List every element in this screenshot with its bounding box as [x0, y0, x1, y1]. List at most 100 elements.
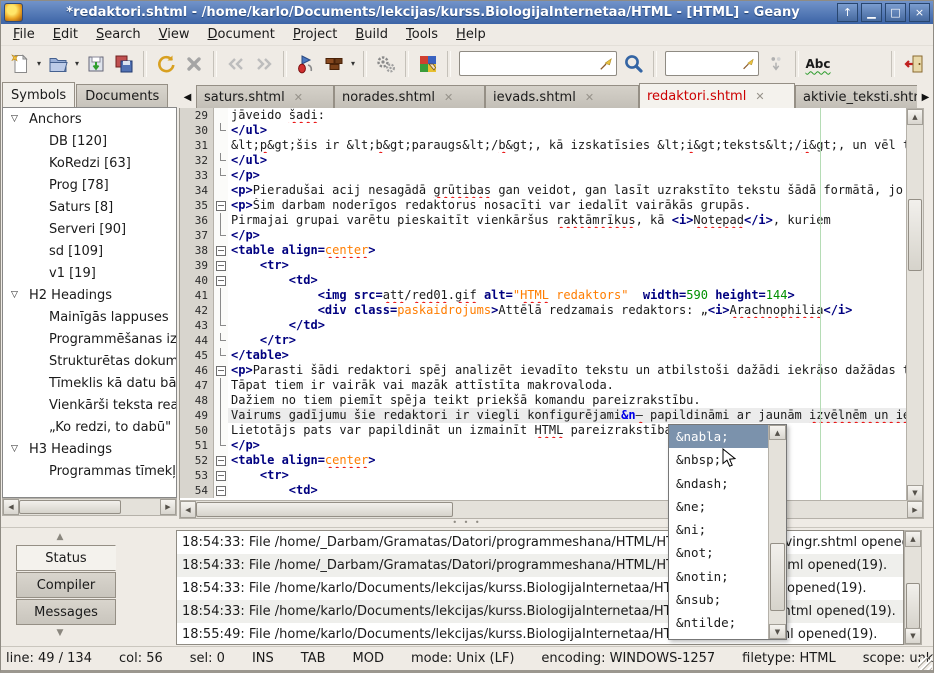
panel-tab-status[interactable]: Status: [16, 545, 116, 571]
status-message[interactable]: 18:54:33: File /home/karlo/Documents/lek…: [177, 577, 903, 600]
scroll-up-arrow[interactable]: ▲: [907, 109, 923, 125]
reload-button[interactable]: [152, 50, 180, 78]
titlebar[interactable]: *redaktori.shtml - /home/karlo/Documents…: [0, 0, 934, 24]
autocomplete-item[interactable]: &not;: [669, 541, 769, 564]
line-number[interactable]: 35: [180, 198, 214, 213]
file-tab[interactable]: redaktori.shtml✕: [639, 83, 795, 108]
code-line[interactable]: 31&lt;p&gt;šis ir &lt;b&gt;paraugs&lt;/b…: [180, 138, 907, 153]
scroll-down-arrow[interactable]: ▼: [907, 485, 923, 501]
line-number[interactable]: 29: [180, 108, 214, 123]
tab-close-icon[interactable]: ✕: [444, 91, 453, 104]
scroll-thumb[interactable]: [770, 543, 785, 611]
tree-item[interactable]: KoRedzi [63]: [3, 152, 176, 174]
fold-marker[interactable]: [214, 468, 228, 483]
autocomplete-item[interactable]: &nsub;: [669, 588, 769, 611]
code-line[interactable]: 51</p>: [180, 438, 907, 453]
scroll-thumb[interactable]: [196, 502, 453, 517]
execute-button[interactable]: [372, 50, 400, 78]
line-number[interactable]: 47: [180, 378, 214, 393]
line-number[interactable]: 31: [180, 138, 214, 153]
autocomplete-item[interactable]: &ntilde;: [669, 611, 769, 634]
tree-item[interactable]: Tīmeklis kā datu bā: [3, 372, 176, 394]
line-number[interactable]: 41: [180, 288, 214, 303]
menu-tools[interactable]: Tools: [397, 25, 447, 44]
navigate-forward-button[interactable]: [250, 50, 278, 78]
tabs-up-arrow-icon[interactable]: ▲: [30, 531, 90, 543]
scroll-left-arrow[interactable]: ◀: [3, 499, 19, 515]
line-number[interactable]: 50: [180, 423, 214, 438]
save-button[interactable]: [82, 50, 110, 78]
scroll-left-arrow[interactable]: ◀: [180, 501, 196, 518]
code-line[interactable]: 36Pirmajai grupai varētu pieskaitīt vien…: [180, 213, 907, 228]
scroll-up-arrow[interactable]: ▲: [905, 531, 921, 547]
quit-button[interactable]: [900, 50, 928, 78]
minimize-button[interactable]: ▁: [861, 3, 882, 22]
fold-marker[interactable]: [214, 273, 228, 288]
editor-hscrollbar[interactable]: ◀ ▶: [179, 500, 924, 519]
menu-project[interactable]: Project: [284, 25, 347, 44]
line-number[interactable]: 37: [180, 228, 214, 243]
tab-close-icon[interactable]: ✕: [294, 91, 303, 104]
autocomplete-item[interactable]: &ndash;: [669, 472, 769, 495]
panel-splitter[interactable]: • • •: [0, 518, 934, 527]
code-editor[interactable]: 29jāveido šadi:30</ul>31&lt;p&gt;šis ir …: [179, 108, 907, 500]
scroll-down-arrow[interactable]: ▼: [769, 624, 786, 639]
popup-vscrollbar[interactable]: ▲ ▼: [768, 425, 786, 639]
status-message[interactable]: 18:54:33: File /home/karlo/Documents/lek…: [177, 600, 903, 623]
goto-line-button[interactable]: [762, 50, 790, 78]
shade-button[interactable]: ↑: [837, 3, 858, 22]
tree-item[interactable]: v1 [19]: [3, 262, 176, 284]
line-number[interactable]: 38: [180, 243, 214, 258]
tabs-scroll-right-icon[interactable]: ▶: [917, 86, 934, 108]
scroll-down-arrow[interactable]: ▼: [905, 628, 921, 644]
editor-vscrollbar[interactable]: ▲ ▼: [906, 108, 924, 502]
code-line[interactable]: 30</ul>: [180, 123, 907, 138]
menu-search[interactable]: Search: [87, 25, 150, 44]
new-file-button[interactable]: [6, 50, 34, 78]
scroll-thumb[interactable]: [19, 500, 121, 514]
expander-icon[interactable]: ▽: [11, 444, 23, 454]
search-entry[interactable]: [459, 51, 617, 76]
menu-build[interactable]: Build: [346, 25, 397, 44]
sidebar-tab-symbols[interactable]: Symbols: [2, 82, 75, 107]
line-number[interactable]: 49: [180, 408, 214, 423]
scroll-right-arrow[interactable]: ▶: [160, 499, 176, 515]
file-tab[interactable]: aktivie_teksti.shtml✕: [795, 85, 917, 108]
file-tab[interactable]: ievads.shtml✕: [485, 85, 639, 108]
code-line[interactable]: 45</table>: [180, 348, 907, 363]
tree-item[interactable]: Programmēšanas iz: [3, 328, 176, 350]
tree-item[interactable]: Prog [78]: [3, 174, 176, 196]
code-line[interactable]: 52<table align=center>: [180, 453, 907, 468]
close-button[interactable]: ×: [909, 3, 930, 22]
autocomplete-item[interactable]: &notin;: [669, 565, 769, 588]
goto-line-input[interactable]: [669, 51, 742, 76]
compile-button[interactable]: [292, 50, 320, 78]
scroll-thumb[interactable]: [908, 199, 922, 271]
line-number[interactable]: 33: [180, 168, 214, 183]
menu-document[interactable]: Document: [199, 25, 284, 44]
expander-icon[interactable]: ▽: [11, 290, 23, 300]
build-dropdown[interactable]: ▾: [348, 50, 358, 78]
close-document-button[interactable]: [180, 50, 208, 78]
fold-marker[interactable]: [214, 453, 228, 468]
status-message[interactable]: 18:55:49: File /home/karlo/Documents/lek…: [177, 623, 903, 645]
code-line[interactable]: 46<p>Parasti šādi redaktori spēj analizē…: [180, 363, 907, 378]
line-number[interactable]: 34: [180, 183, 214, 198]
line-number[interactable]: 36: [180, 213, 214, 228]
autocomplete-item[interactable]: &nbsp;: [669, 448, 769, 471]
tree-item[interactable]: Programmas tīmekļ: [3, 460, 176, 482]
search-input[interactable]: [463, 51, 599, 76]
code-line[interactable]: 54 <td>: [180, 483, 907, 498]
line-number[interactable]: 54: [180, 483, 214, 498]
color-chooser-button[interactable]: [414, 50, 442, 78]
menu-file[interactable]: File: [4, 25, 44, 44]
line-number[interactable]: 45: [180, 348, 214, 363]
status-message[interactable]: 18:54:33: File /home/_Darbam/Gramatas/Da…: [177, 554, 903, 577]
tree-item[interactable]: sd [109]: [3, 240, 176, 262]
tabs-scroll-left-icon[interactable]: ◀: [179, 86, 196, 108]
messages-vscrollbar[interactable]: ▲ ▼: [904, 530, 922, 645]
fold-marker[interactable]: [214, 198, 228, 213]
tree-item[interactable]: Strukturētas dokum: [3, 350, 176, 372]
tree-group[interactable]: ▽H3 Headings: [3, 438, 176, 460]
code-line[interactable]: 34<p>Pieradušai acij nesagādā grūtibas g…: [180, 183, 907, 198]
